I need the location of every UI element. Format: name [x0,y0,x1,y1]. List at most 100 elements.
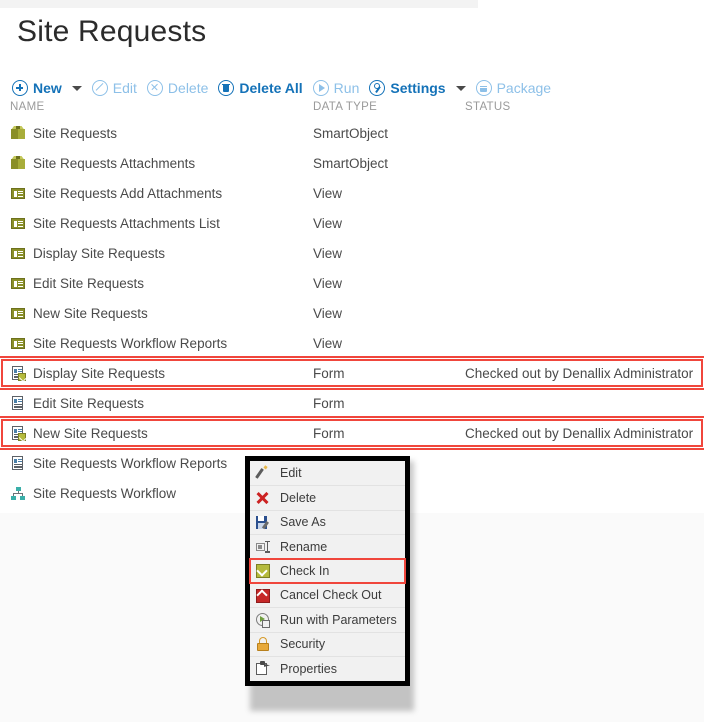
row-name-label: Edit Site Requests [33,275,145,291]
row-status-cell: Checked out by Denallix Administrator [465,365,694,381]
context-menu-item-label: Rename [280,539,328,554]
toolbar-button-settings[interactable]: Settings [367,76,453,100]
toolbar-button-label: Run [333,80,360,96]
form-icon [10,455,26,471]
context-menu-item-label: Check In [280,564,330,578]
top-strip [0,0,478,8]
row-name-cell: Edit Site Requests [10,395,144,411]
delete-circle-icon [146,80,163,96]
context-menu-item-label: Run with Parameters [280,612,397,627]
row-name-label: Site Requests Workflow Reports [33,455,228,471]
toolbar-button-package[interactable]: Package [474,76,559,100]
view-icon [10,335,26,351]
row-name-label: Site Requests Attachments [33,155,196,171]
row-data-type-cell: View [313,305,343,321]
form-icon [10,395,26,411]
toolbar-button-edit[interactable]: Edit [90,76,145,100]
toolbar-button-label: Delete All [239,80,303,96]
rename-icon [254,538,271,555]
table-row[interactable]: New Site Requests View [0,298,704,328]
table-row[interactable]: Edit Site Requests Form [0,388,704,418]
table-row[interactable]: Edit Site Requests View [0,268,704,298]
row-name-label: Site Requests [33,125,118,141]
row-name-cell: Site Requests Add Attachments [10,185,222,201]
trash-circle-icon [218,80,235,96]
context-menu-item-security[interactable]: Security [250,631,405,657]
context-menu-item-label: Save As [280,515,326,530]
row-name-label: Site Requests Add Attachments [33,185,223,201]
toolbar-button-run[interactable]: Run [311,76,368,100]
toolbar-button-delete[interactable]: Delete [145,76,216,100]
chevron-down-icon-new[interactable] [71,85,82,91]
context-menu-item-run-with-parameters[interactable]: Run with Parameters [250,607,405,632]
view-icon [10,275,26,291]
row-data-type-cell: View [313,275,343,291]
table-row[interactable]: Site Requests Attachments SmartObject [0,148,704,178]
chevron-down-icon-settings[interactable] [455,85,466,91]
table-row[interactable]: New Site Requests Form Checked out by Dena… [0,416,704,450]
row-name-label: Site Requests Workflow Reports [33,335,228,351]
toolbar-button-label: Settings [390,80,446,96]
row-data-type-cell: SmartObject [313,125,389,141]
row-name-label: Site Requests Workflow [33,485,177,501]
row-name-cell: Edit Site Requests [10,275,144,291]
pencil-icon [254,465,271,482]
toolbar-button-label: Edit [112,80,137,96]
context-menu-item-delete[interactable]: Delete [250,485,405,510]
context-menu-item-check-in[interactable]: Check In [249,557,406,584]
edit-circle-icon [91,80,108,96]
cancel-checkout-icon [254,587,271,604]
row-data-type-cell: View [313,245,343,261]
table-row[interactable]: Site Requests Add Attachments View [0,178,704,208]
check-in-arrow-icon [254,563,271,580]
row-data-type-cell: View [313,185,343,201]
row-name-cell: Site Requests [10,125,117,141]
row-name-cell: Display Site Requests [10,365,165,381]
workflow-icon [10,485,26,501]
table-row[interactable]: Site Requests Attachments List View [0,208,704,238]
context-menu-item-cancel-check-out[interactable]: Cancel Check Out [250,582,405,608]
view-icon [10,305,26,321]
row-data-type-cell: Form [313,365,345,381]
table-row[interactable]: Display Site Requests View [0,238,704,268]
package-circle-icon [475,80,492,96]
row-name-cell: Display Site Requests [10,245,165,261]
row-data-type-cell: Form [313,395,345,411]
table-row[interactable]: Display Site Requests Form Checked out by … [0,356,704,390]
smartobject-icon [10,125,26,141]
padlock-icon [254,636,271,653]
context-menu-item-label: Cancel Check Out [280,588,382,603]
artifact-list: Site Requests SmartObject Site Requests At… [0,118,704,508]
toolbar-button-new[interactable]: New [10,76,70,100]
row-name-cell: Site Requests Workflow Reports [10,335,227,351]
settings-circle-icon [369,80,386,96]
toolbar-button-label: New [33,80,62,96]
page-root: Site Requests New Edit Delete Delete All Run… [0,0,704,722]
floppy-disk-icon [254,514,271,531]
context-menu-item-edit[interactable]: Edit [250,461,405,486]
table-row[interactable]: Site Requests Workflow Reports View [0,328,704,358]
row-data-type-cell: View [313,335,343,351]
row-name-cell: New Site Requests [10,305,148,321]
page-title: Site Requests [17,15,207,48]
row-data-type-cell: View [313,215,343,231]
view-icon [10,245,26,261]
row-name-cell: Site Requests Workflow [10,485,176,501]
play-circle-icon [312,80,329,96]
context-menu-item-label: Properties [280,661,337,676]
column-header-data-type: DATA TYPE [313,101,378,113]
row-name-label: New Site Requests [33,425,148,441]
row-data-type-cell: SmartObject [313,155,389,171]
context-menu-item-label: Edit [280,465,302,480]
properties-icon [254,660,271,677]
context-menu-item-rename[interactable]: Rename [250,534,405,559]
plus-circle-icon [12,80,28,96]
row-name-label: Display Site Requests [33,245,166,261]
toolbar-button-delete-all[interactable]: Delete All [216,76,310,100]
row-name-cell: Site Requests Attachments [10,155,195,171]
context-menu-item-label: Delete [280,490,317,505]
context-menu-item-save-as[interactable]: Save As [250,509,405,535]
table-row[interactable]: Site Requests SmartObject [0,118,704,148]
row-name-cell: New Site Requests [10,425,148,441]
context-menu-item-properties[interactable]: Properties [250,656,405,681]
